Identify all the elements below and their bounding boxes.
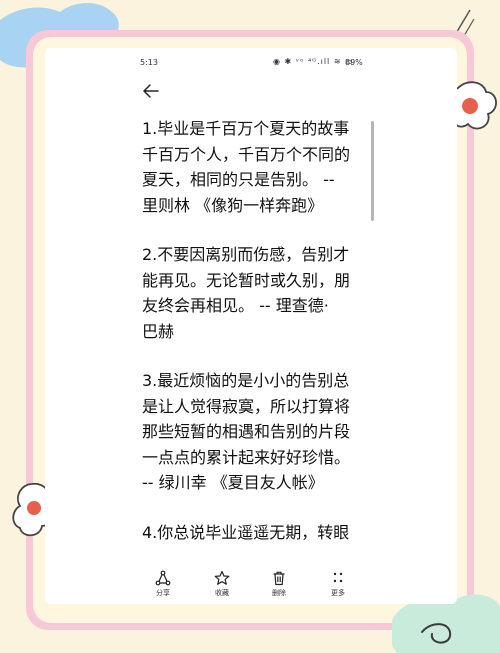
text-line: 2.不要因离别而伤感，告别才 — [142, 245, 350, 264]
bottom-toolbar: 分享 收藏 删除 更多 — [45, 568, 457, 604]
text-line: 巴赫 — [142, 321, 175, 341]
back-button[interactable] — [141, 82, 161, 100]
more-dots-icon — [333, 572, 343, 583]
delete-button[interactable]: 删除 — [259, 570, 299, 598]
article-body: 1.毕业是千百万个夏天的故事 千百万个人，千百万个不同的 夏天，相同的只是告别。… — [142, 116, 367, 569]
more-button[interactable]: 更多 — [318, 570, 358, 598]
status-bar: 5:13 ◉ ✱ ᵛᵒ ⁴ᴳ.ıll ≋ ▭ 89% — [45, 54, 457, 72]
status-time: 5:13 — [140, 58, 158, 67]
text-line: 里则林 《像狗一样奔跑》 — [142, 195, 324, 215]
quote-paragraph: 2.不要因离别而伤感，告别才 能再见。无论暂时或久别，朋 友终会再相见。 -- … — [142, 242, 367, 344]
text-line: 4.你总说毕业遥遥无期，转眼 — [142, 522, 350, 542]
delete-label: 删除 — [272, 589, 286, 597]
text-line: 夏天，相同的只是告别。 -- — [142, 170, 335, 189]
text-line: 能再见。无论暂时或久别，朋 — [142, 270, 351, 290]
star-icon — [214, 570, 230, 585]
quote-paragraph: 1.毕业是千百万个夏天的故事 千百万个人，千百万个不同的 夏天，相同的只是告别。… — [142, 116, 367, 218]
more-label: 更多 — [331, 589, 345, 597]
text-line: 3.最近烦恼的是小小的告别总 — [142, 371, 350, 390]
share-label: 分享 — [156, 589, 170, 597]
arrow-left-icon — [143, 84, 159, 98]
share-button[interactable]: 分享 — [143, 570, 183, 598]
text-line: 千百万个人，千百万个不同的 — [142, 144, 351, 164]
quote-paragraph: 4.你总说毕业遥遥无期，转眼 — [142, 520, 367, 546]
text-line: -- 绿川幸 《夏目友人帐》 — [142, 473, 324, 492]
text-line: 1.毕业是千百万个夏天的故事 — [142, 119, 350, 138]
trash-icon — [273, 571, 285, 586]
quote-paragraph: 3.最近烦恼的是小小的告别总 是让人觉得寂寞，所以打算将 那些短暂的相遇和告别的… — [142, 368, 367, 496]
status-icons: ◉ ✱ ᵛᵒ ⁴ᴳ.ıll ≋ ▭ — [273, 57, 354, 66]
text-line: 一点点的累计起来好好珍惜。 — [142, 447, 351, 467]
share-icon — [155, 570, 171, 586]
favorite-label: 收藏 — [215, 589, 229, 597]
scrollbar[interactable] — [371, 121, 374, 221]
text-line: 是让人觉得寂寞，所以打算将 — [142, 396, 351, 416]
text-line: 那些短暂的相遇和告别的片段 — [142, 422, 351, 441]
favorite-button[interactable]: 收藏 — [202, 570, 242, 598]
battery-level: 89% — [345, 58, 363, 67]
phone-screen: 5:13 ◉ ✱ ᵛᵒ ⁴ᴳ.ıll ≋ ▭ 89% 1.毕业是千百万个夏天的故… — [45, 48, 457, 604]
text-line: 友终会再相见。 -- 理查德· — [142, 296, 329, 315]
